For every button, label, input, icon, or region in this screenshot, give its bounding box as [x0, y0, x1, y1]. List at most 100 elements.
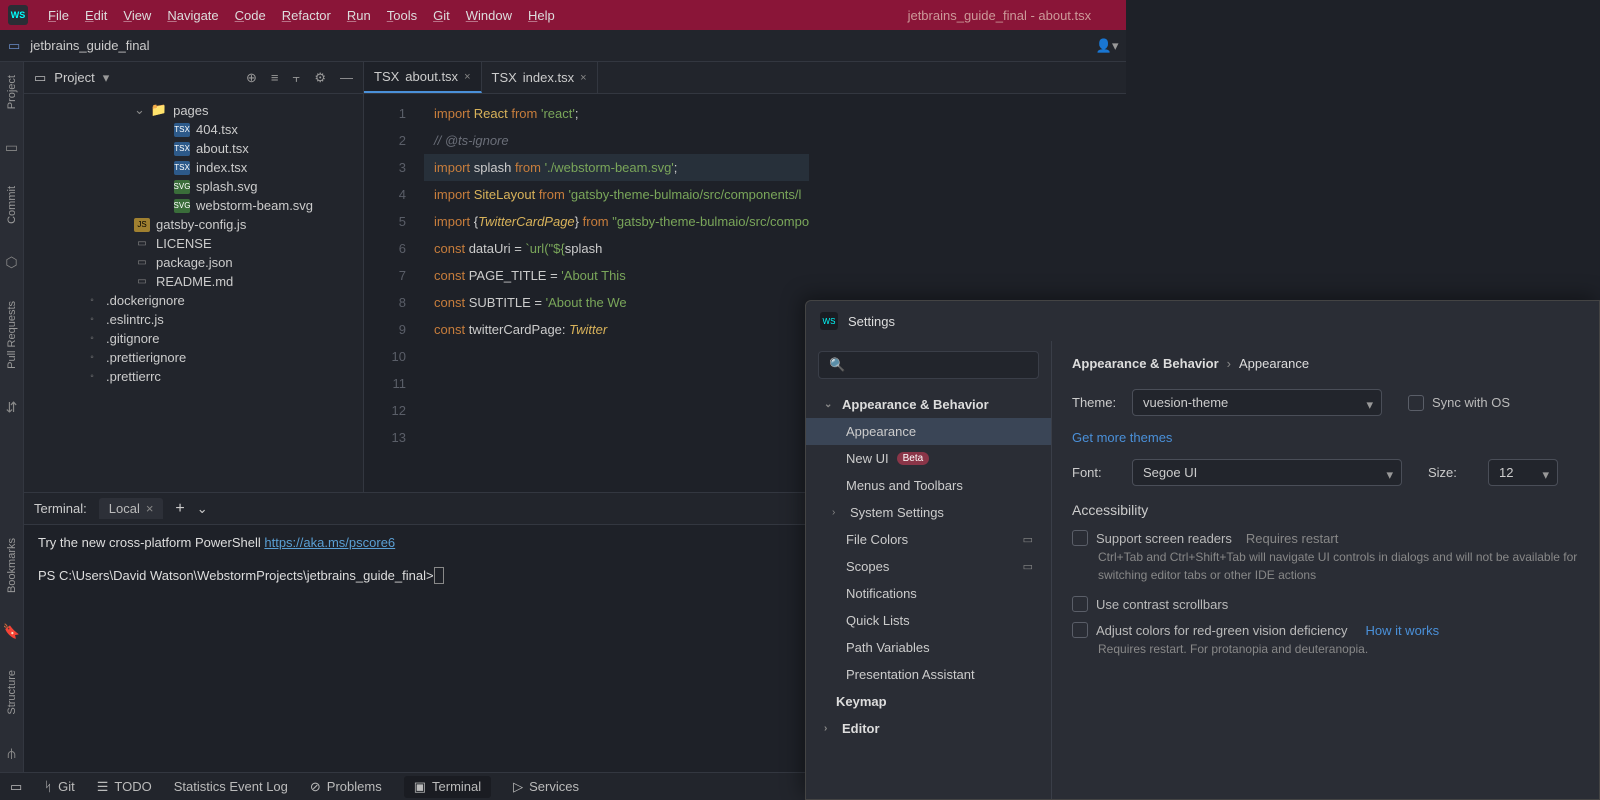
menu-run[interactable]: Run	[339, 4, 379, 27]
status-services[interactable]: ▷Services	[513, 779, 579, 795]
tree-node[interactable]: ▭LICENSE	[24, 234, 363, 253]
editor-tab[interactable]: TSXabout.tsx×	[364, 62, 482, 93]
settings-breadcrumb: Appearance & Behavior›Appearance	[1072, 355, 1579, 371]
tree-node[interactable]: ◦.prettierrc	[24, 367, 363, 386]
terminal-cursor	[434, 567, 444, 584]
chevron-down-icon[interactable]: ▾	[103, 70, 110, 86]
file-icon: TSX	[174, 123, 190, 137]
tree-node[interactable]: TSX404.tsx	[24, 120, 363, 139]
commit-icon[interactable]: ⬡	[5, 254, 17, 271]
terminal-prompt: PS C:\Users\David Watson\WebstormProject…	[38, 568, 434, 583]
tree-node[interactable]: ◦.dockerignore	[24, 291, 363, 310]
tree-node[interactable]: ◦.prettierignore	[24, 348, 363, 367]
screen-readers-checkbox[interactable]	[1072, 530, 1088, 546]
nav-scopes[interactable]: Scopes▭	[806, 553, 1051, 580]
status-stats[interactable]: Statistics Event Log	[174, 779, 288, 794]
status-problems[interactable]: ⊘Problems	[310, 779, 382, 795]
how-it-works-link[interactable]: How it works	[1365, 623, 1439, 638]
file-icon: SVG	[174, 199, 190, 213]
nav-path-variables[interactable]: Path Variables	[806, 634, 1051, 661]
menu-tools[interactable]: Tools	[379, 4, 425, 27]
project-breadcrumb[interactable]: jetbrains_guide_final	[30, 38, 149, 53]
tool-pull-requests[interactable]: Pull Requests	[6, 296, 18, 374]
tree-node[interactable]: SVGsplash.svg	[24, 177, 363, 196]
font-select[interactable]: Segoe UI ▾	[1132, 459, 1402, 486]
terminal-header: Terminal:	[34, 501, 87, 516]
sync-os-checkbox[interactable]	[1408, 395, 1424, 411]
nav-keymap[interactable]: Keymap	[806, 688, 1051, 715]
menu-view[interactable]: View	[115, 4, 159, 27]
file-icon: ◦	[84, 370, 100, 384]
bookmark-icon[interactable]: 🔖	[3, 623, 20, 640]
status-git[interactable]: ᛋGit	[44, 779, 74, 794]
nav-new-ui[interactable]: New UIBeta	[806, 445, 1051, 472]
select-opened-icon[interactable]: ⊕	[246, 70, 257, 86]
hide-icon[interactable]: —	[340, 70, 353, 86]
close-icon[interactable]: ×	[464, 71, 470, 83]
status-widgets-icon[interactable]: ▭	[10, 779, 22, 795]
branch-icon: ᛋ	[44, 779, 52, 794]
nav-system-settings[interactable]: ›System Settings	[806, 499, 1051, 526]
status-todo[interactable]: ☰TODO	[97, 779, 152, 795]
tree-node[interactable]: SVGwebstorm-beam.svg	[24, 196, 363, 215]
pr-icon[interactable]: ⇵	[6, 399, 18, 416]
tool-bookmarks[interactable]: Bookmarks	[6, 533, 18, 598]
tree-node[interactable]: ▭README.md	[24, 272, 363, 291]
nav-presentation[interactable]: Presentation Assistant	[806, 661, 1051, 688]
colorblind-label: Adjust colors for red-green vision defic…	[1096, 623, 1347, 638]
structure-icon[interactable]: ⫛	[7, 745, 15, 762]
nav-notifications[interactable]: Notifications	[806, 580, 1051, 607]
tree-node[interactable]: JSgatsby-config.js	[24, 215, 363, 234]
project-icon[interactable]: ▭	[5, 139, 18, 156]
tree-folder[interactable]: ⌄ 📁 pages	[24, 100, 363, 120]
menu-git[interactable]: Git	[425, 4, 458, 27]
contrast-scrollbars-checkbox[interactable]	[1072, 596, 1088, 612]
expand-icon[interactable]: ≡	[271, 70, 279, 86]
nav-menus[interactable]: Menus and Toolbars	[806, 472, 1051, 499]
colorblind-checkbox[interactable]	[1072, 622, 1088, 638]
colorblind-hint: Requires restart. For protanopia and deu…	[1098, 640, 1579, 658]
tree-node[interactable]: TSXabout.tsx	[24, 139, 363, 158]
accessibility-heading: Accessibility	[1072, 502, 1579, 518]
nav-appearance[interactable]: Appearance	[806, 418, 1051, 445]
users-icon[interactable]: 👤▾	[1096, 38, 1119, 54]
folder-icon: ▭	[34, 70, 46, 86]
settings-search-input[interactable]: 🔍	[818, 351, 1039, 379]
nav-appearance-behavior[interactable]: ⌄Appearance & Behavior	[806, 391, 1051, 418]
menu-edit[interactable]: Edit	[77, 4, 115, 27]
size-select[interactable]: 12 ▾	[1488, 459, 1558, 486]
terminal-link[interactable]: https://aka.ms/pscore6	[264, 535, 395, 550]
menu-refactor[interactable]: Refactor	[274, 4, 339, 27]
close-icon[interactable]: ×	[146, 501, 154, 516]
nav-quick-lists[interactable]: Quick Lists	[806, 607, 1051, 634]
close-icon[interactable]: ×	[580, 72, 586, 84]
tool-commit[interactable]: Commit	[6, 181, 18, 229]
tool-project[interactable]: Project	[6, 70, 18, 114]
file-icon: ◦	[84, 313, 100, 327]
app-logo: WS	[8, 5, 28, 25]
chevron-down-icon: ▾	[1366, 397, 1373, 413]
collapse-icon[interactable]: ⫟	[292, 70, 300, 86]
menu-navigate[interactable]: Navigate	[159, 4, 226, 27]
theme-select[interactable]: vuesion-theme ▾	[1132, 389, 1382, 416]
status-terminal[interactable]: ▣Terminal	[404, 776, 491, 798]
menu-window[interactable]: Window	[458, 4, 520, 27]
more-themes-link[interactable]: Get more themes	[1072, 430, 1172, 445]
file-icon: ▭	[134, 256, 150, 270]
add-terminal-icon[interactable]: +	[175, 500, 184, 518]
tree-node[interactable]: TSXindex.tsx	[24, 158, 363, 177]
project-view-label[interactable]: Project	[54, 70, 94, 85]
tool-structure[interactable]: Structure	[6, 665, 18, 720]
menu-help[interactable]: Help	[520, 4, 563, 27]
nav-editor[interactable]: ›Editor	[806, 715, 1051, 742]
chevron-down-icon[interactable]: ⌄	[197, 501, 208, 517]
tree-node[interactable]: ◦.gitignore	[24, 329, 363, 348]
nav-file-colors[interactable]: File Colors▭	[806, 526, 1051, 553]
terminal-tab-local[interactable]: Local ×	[99, 498, 164, 519]
editor-tab[interactable]: TSXindex.tsx×	[482, 62, 598, 93]
gear-icon[interactable]: ⚙	[314, 70, 326, 86]
tree-node[interactable]: ▭package.json	[24, 253, 363, 272]
tree-node[interactable]: ◦.eslintrc.js	[24, 310, 363, 329]
menu-code[interactable]: Code	[227, 4, 274, 27]
menu-file[interactable]: File	[40, 4, 77, 27]
